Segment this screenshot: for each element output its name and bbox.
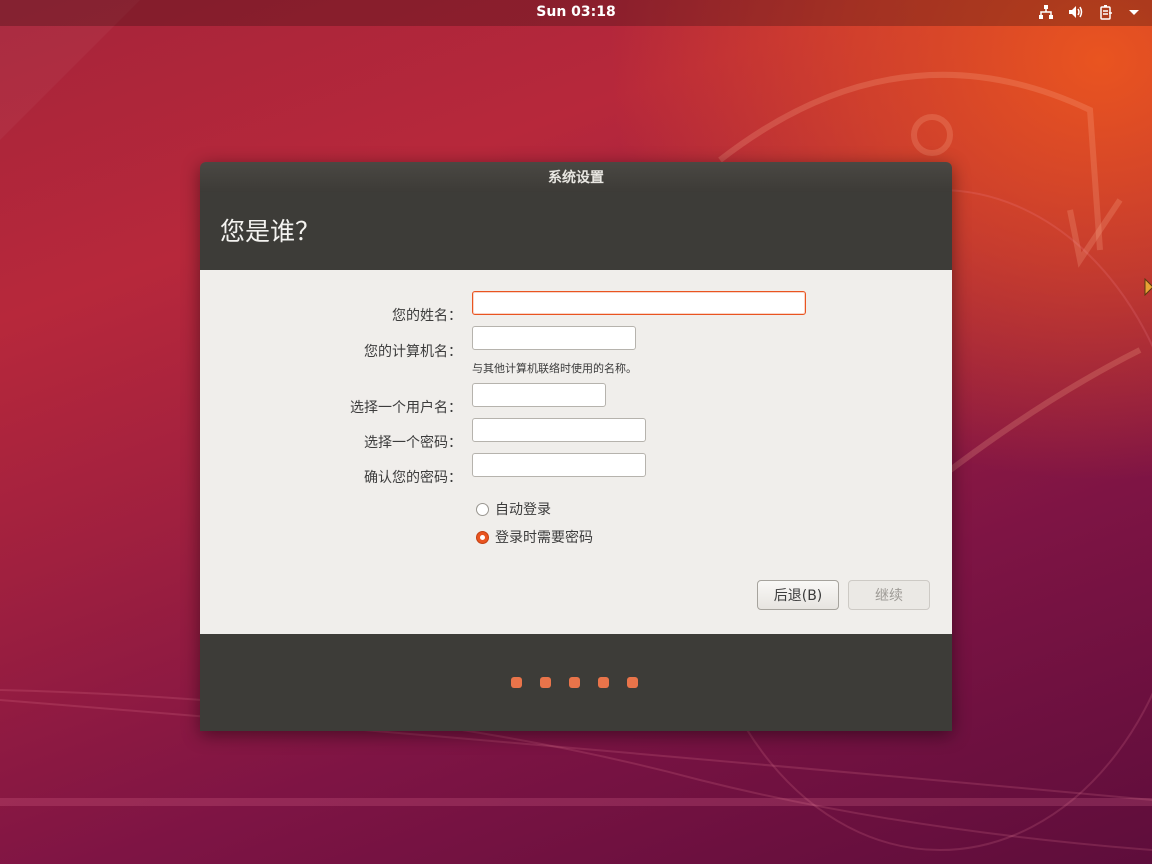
- window-title[interactable]: 系统设置: [200, 162, 952, 192]
- back-button[interactable]: 后退(B): [757, 580, 839, 610]
- require-password-radio[interactable]: [476, 530, 489, 544]
- progress-dot: [511, 677, 522, 688]
- progress-dot: [540, 677, 551, 688]
- progress-dot: [569, 677, 580, 688]
- mouse-pointer-icon: [1144, 278, 1152, 296]
- auto-login-label: 自动登录: [495, 502, 551, 518]
- require-password-option[interactable]: 登录时需要密码: [476, 527, 593, 547]
- system-tray[interactable]: [1038, 4, 1140, 20]
- network-icon[interactable]: [1038, 4, 1054, 20]
- password-field[interactable]: [472, 418, 646, 442]
- progress-dots: [511, 677, 638, 688]
- battery-icon[interactable]: [1098, 4, 1114, 20]
- progress-footer: [200, 634, 952, 731]
- progress-dot: [598, 677, 609, 688]
- continue-button[interactable]: 继续: [848, 580, 930, 610]
- confirm-password-label: 确认您的密码：: [364, 470, 462, 486]
- password-label: 选择一个密码：: [364, 435, 462, 451]
- desktop: Sun 03:18 系统设置 您是谁？ 您的姓名： 您的计算机名： 与其他计算机…: [0, 0, 1152, 864]
- progress-dot: [627, 677, 638, 688]
- volume-icon[interactable]: [1068, 4, 1084, 20]
- name-field[interactable]: [472, 291, 806, 315]
- confirm-password-field[interactable]: [472, 453, 646, 477]
- clock[interactable]: Sun 03:18: [0, 4, 1152, 20]
- username-field[interactable]: [472, 383, 606, 407]
- auto-login-radio[interactable]: [476, 502, 489, 516]
- top-bar: Sun 03:18: [0, 0, 1152, 26]
- name-label: 您的姓名：: [392, 308, 462, 324]
- user-form: 您的姓名： 您的计算机名： 与其他计算机联络时使用的名称。 选择一个用户名： 选…: [200, 270, 952, 634]
- auto-login-option[interactable]: 自动登录: [476, 499, 551, 519]
- computer-name-field[interactable]: [472, 326, 636, 350]
- page-heading: 您是谁？: [200, 192, 952, 270]
- username-label: 选择一个用户名：: [350, 400, 462, 416]
- computer-name-label: 您的计算机名：: [364, 344, 462, 360]
- require-password-label: 登录时需要密码: [495, 530, 593, 546]
- computer-name-hint: 与其他计算机联络时使用的名称。: [472, 362, 637, 375]
- system-menu-arrow-icon[interactable]: [1128, 4, 1140, 20]
- setup-window: 系统设置 您是谁？ 您的姓名： 您的计算机名： 与其他计算机联络时使用的名称。 …: [200, 162, 952, 731]
